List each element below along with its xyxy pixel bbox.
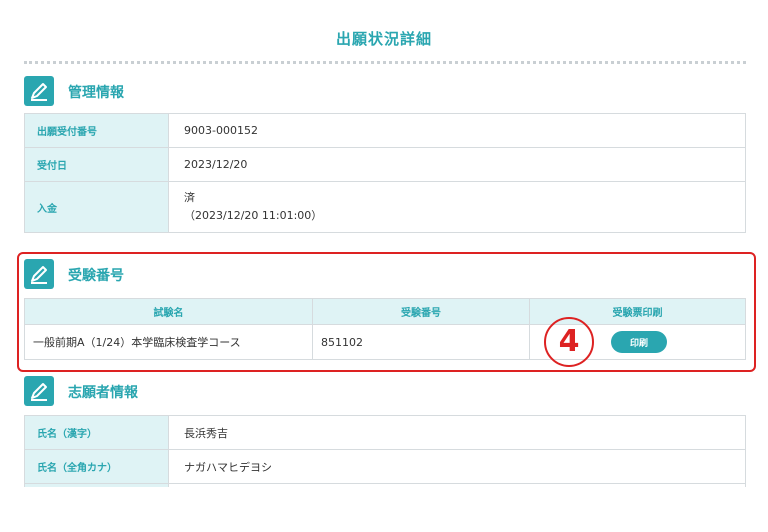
- title-divider: [24, 61, 746, 64]
- payment-label: 入金: [25, 182, 169, 232]
- table-row: 出願受付番号 9003-000152: [25, 114, 745, 147]
- name-kanji-value: 長浜秀吉: [184, 426, 228, 440]
- payment-status: 済: [184, 191, 195, 204]
- name-kanji-label: 氏名（漢字）: [25, 416, 169, 449]
- pencil-icon: [24, 76, 54, 106]
- applicant-section-title: 志願者情報: [68, 385, 138, 401]
- page-title: 出願状況詳細: [335, 30, 432, 48]
- exam-name-cell: 一般前期A（1/24）本学臨床検査学コース: [25, 325, 313, 359]
- print-ticket-button[interactable]: 印刷: [611, 331, 667, 353]
- exam-name-header: 試験名: [25, 299, 313, 324]
- exam-number-header: 受験番号: [313, 299, 530, 324]
- application-number-value: 9003-000152: [184, 124, 258, 137]
- table-row: 入金 済 （2023/12/20 11:01:00）: [25, 181, 745, 232]
- exam-table-header: 試験名 受験番号 受験票印刷: [25, 299, 745, 325]
- received-date-value: 2023/12/20: [184, 158, 248, 171]
- payment-datetime: （2023/12/20 11:01:00）: [184, 209, 323, 222]
- table-row: 氏名（漢字） 長浜秀吉: [25, 416, 745, 449]
- management-section-title: 管理情報: [68, 85, 124, 101]
- name-kana-label: 氏名（全角カナ）: [25, 450, 169, 483]
- management-table: 出願受付番号 9003-000152 受付日 2023/12/20 入金 済 （…: [24, 113, 746, 233]
- received-date-label: 受付日: [25, 148, 169, 181]
- table-row: 受付日 2023/12/20: [25, 147, 745, 181]
- exam-number-cell: 851102: [313, 325, 530, 359]
- table-row: 氏名（全角カナ） ナガハマヒデヨシ: [25, 449, 745, 483]
- exam-section-title: 受験番号: [68, 268, 124, 284]
- exam-table: 試験名 受験番号 受験票印刷 一般前期A（1/24）本学臨床検査学コース 851…: [24, 298, 746, 360]
- pencil-icon: [24, 376, 54, 406]
- application-number-label: 出願受付番号: [25, 114, 169, 147]
- pencil-icon: [24, 259, 54, 289]
- step-number-marker: 4: [544, 317, 594, 367]
- applicant-table: 氏名（漢字） 長浜秀吉 氏名（全角カナ） ナガハマヒデヨシ: [24, 415, 746, 487]
- table-row: [25, 483, 745, 487]
- table-row: 一般前期A（1/24）本学臨床検査学コース 851102 印刷: [25, 325, 745, 359]
- name-kana-value: ナガハマヒデヨシ: [184, 460, 272, 474]
